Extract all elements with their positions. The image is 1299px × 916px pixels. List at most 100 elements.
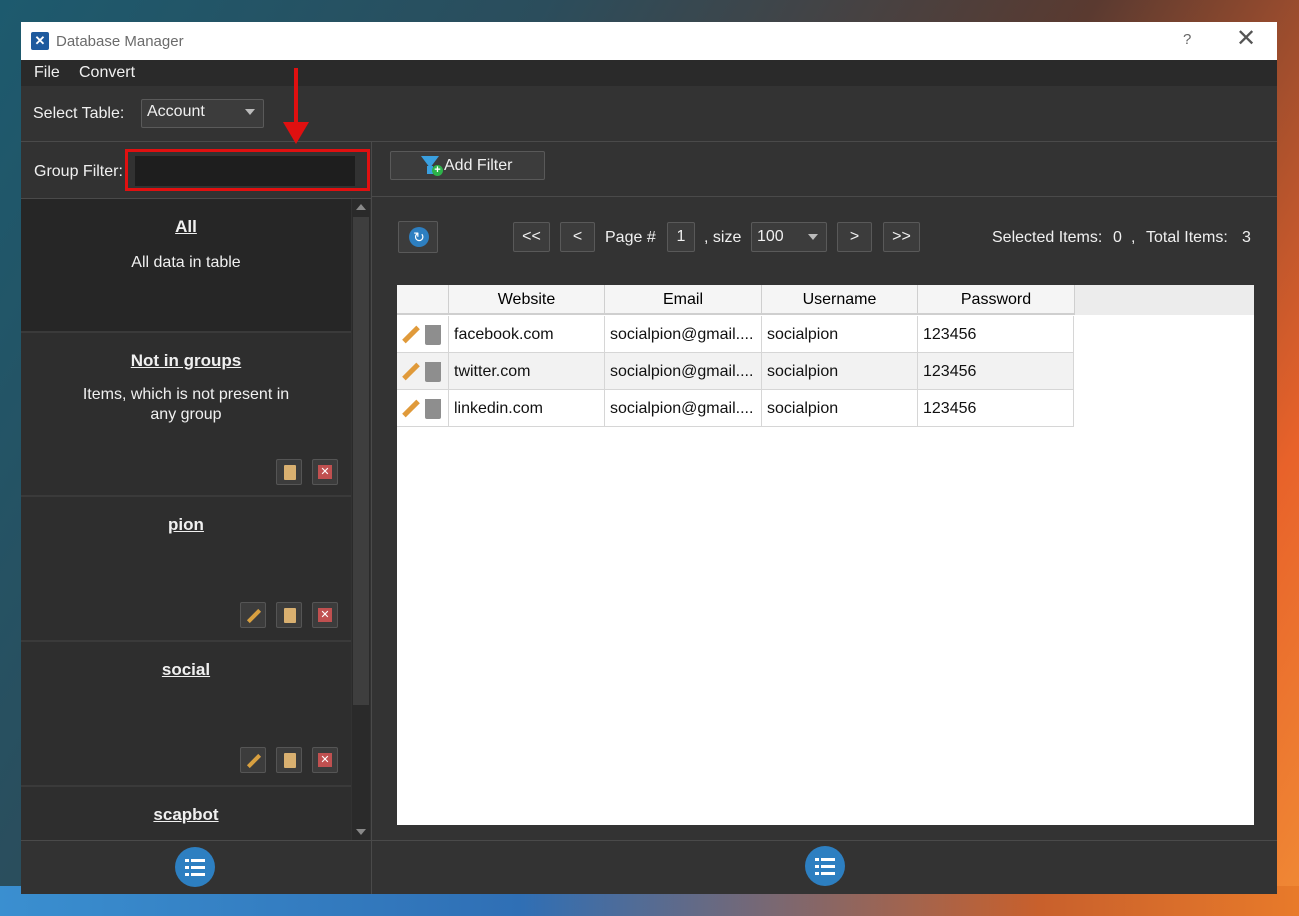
pencil-icon: [246, 608, 262, 624]
group-desc: All data in table: [131, 254, 241, 271]
group-item-scapbot[interactable]: scapbot: [21, 787, 351, 840]
plus-icon: +: [432, 165, 443, 176]
cell-password[interactable]: 123456: [918, 316, 1074, 353]
cell-password[interactable]: 123456: [918, 353, 1074, 390]
group-filter-label: Group Filter:: [34, 163, 123, 180]
trash-icon[interactable]: [425, 325, 441, 345]
column-header-password[interactable]: Password: [918, 285, 1075, 315]
group-title[interactable]: social: [21, 660, 351, 680]
selected-items-count: 0: [1113, 229, 1122, 246]
column-header-email[interactable]: Email: [605, 285, 762, 315]
page-label: Page #: [605, 229, 656, 246]
close-icon: ✕: [318, 608, 332, 622]
cell-website[interactable]: facebook.com: [449, 316, 605, 353]
edit-pencil-icon[interactable]: [402, 399, 420, 418]
group-list-scrollbar[interactable]: [352, 199, 370, 840]
list-icon[interactable]: [175, 847, 215, 887]
window-title: Database Manager: [56, 33, 184, 50]
cell-website[interactable]: linkedin.com: [449, 390, 605, 427]
menu-file[interactable]: File: [34, 64, 60, 82]
edit-pencil-icon[interactable]: [402, 362, 420, 381]
row-actions: [397, 390, 449, 427]
first-page-button[interactable]: <<: [513, 222, 550, 252]
delete-group-button[interactable]: ✕: [312, 602, 338, 628]
chevron-down-icon: [808, 234, 818, 240]
annotation-highlight-box: [125, 149, 370, 191]
table-row[interactable]: facebook.com socialpion@gmail.... social…: [397, 316, 1074, 353]
trash-icon[interactable]: [425, 362, 441, 382]
group-item-pion[interactable]: pion ✕: [21, 497, 351, 642]
last-page-button[interactable]: >>: [883, 222, 920, 252]
close-icon: ✕: [318, 753, 332, 767]
group-filter-row: Group Filter:: [21, 142, 371, 199]
groups-panel: Group Filter: All All data in table Not …: [21, 142, 372, 894]
right-footer: [372, 840, 1277, 895]
help-button[interactable]: ?: [1183, 31, 1191, 48]
scroll-down-icon[interactable]: [356, 829, 366, 835]
cell-username[interactable]: socialpion: [762, 353, 918, 390]
edit-pencil-icon[interactable]: [402, 325, 420, 344]
size-label: , size: [704, 229, 742, 246]
table-select-dropdown[interactable]: Account: [141, 99, 264, 128]
edit-group-button[interactable]: [240, 747, 266, 773]
menu-convert[interactable]: Convert: [79, 64, 135, 82]
annotation-arrow-head: [283, 122, 309, 144]
copy-group-button[interactable]: [276, 459, 302, 485]
group-title[interactable]: pion: [21, 515, 351, 535]
edit-group-button[interactable]: [240, 602, 266, 628]
row-actions: [397, 353, 449, 390]
cell-email[interactable]: socialpion@gmail....: [605, 390, 762, 427]
select-table-label: Select Table:: [33, 105, 125, 122]
clipboard-icon: [284, 753, 296, 768]
group-item-all[interactable]: All All data in table: [21, 199, 351, 333]
close-icon: ✕: [318, 465, 332, 479]
copy-group-button[interactable]: [276, 602, 302, 628]
cell-username[interactable]: socialpion: [762, 390, 918, 427]
total-items-label: Total Items:: [1146, 229, 1228, 246]
app-logo-icon: ✕: [31, 32, 49, 50]
close-button[interactable]: ✕: [1236, 26, 1256, 52]
table-select-value: Account: [147, 103, 205, 120]
group-title[interactable]: scapbot: [21, 805, 351, 825]
data-table: Website Email Username Password facebook…: [397, 285, 1254, 825]
column-header-website[interactable]: Website: [449, 285, 605, 315]
table-row[interactable]: twitter.com socialpion@gmail.... socialp…: [397, 353, 1074, 390]
list-icon[interactable]: [805, 846, 845, 886]
delete-group-button[interactable]: ✕: [312, 747, 338, 773]
add-filter-label: Add Filter: [444, 157, 513, 174]
selected-items-label: Selected Items:: [992, 229, 1103, 246]
refresh-button[interactable]: ↻: [398, 221, 438, 253]
clipboard-icon: [284, 608, 296, 623]
page-number-input[interactable]: 1: [667, 222, 695, 252]
group-title[interactable]: All: [21, 217, 351, 237]
total-items-count: 3: [1242, 229, 1251, 246]
add-filter-button[interactable]: + Add Filter: [390, 151, 545, 180]
scrollbar-thumb[interactable]: [353, 217, 369, 705]
cell-email[interactable]: socialpion@gmail....: [605, 353, 762, 390]
title-bar: ✕ Database Manager ? ✕: [21, 22, 1277, 60]
filter-bar: + Add Filter: [372, 142, 1277, 197]
group-item-social[interactable]: social ✕: [21, 642, 351, 787]
column-header-username[interactable]: Username: [762, 285, 918, 315]
cell-username[interactable]: socialpion: [762, 316, 918, 353]
cell-website[interactable]: twitter.com: [449, 353, 605, 390]
table-row[interactable]: linkedin.com socialpion@gmail.... social…: [397, 390, 1074, 427]
pencil-icon: [246, 753, 262, 769]
cell-email[interactable]: socialpion@gmail....: [605, 316, 762, 353]
copy-group-button[interactable]: [276, 747, 302, 773]
separator: ,: [1131, 229, 1136, 246]
prev-page-button[interactable]: <: [560, 222, 595, 252]
trash-icon[interactable]: [425, 399, 441, 419]
refresh-icon: ↻: [409, 227, 429, 247]
group-item-not-in-groups[interactable]: Not in groups Items, which is not presen…: [21, 333, 351, 497]
group-desc: Items, which is not present in any group: [82, 386, 290, 423]
group-title[interactable]: Not in groups: [21, 351, 351, 371]
cell-password[interactable]: 123456: [918, 390, 1074, 427]
delete-group-button[interactable]: ✕: [312, 459, 338, 485]
scroll-up-icon[interactable]: [356, 204, 366, 210]
page-size-value: 100: [757, 228, 784, 245]
next-page-button[interactable]: >: [837, 222, 872, 252]
annotation-arrow: [294, 68, 298, 126]
page-size-dropdown[interactable]: 100: [751, 222, 827, 252]
left-footer: [21, 840, 371, 895]
